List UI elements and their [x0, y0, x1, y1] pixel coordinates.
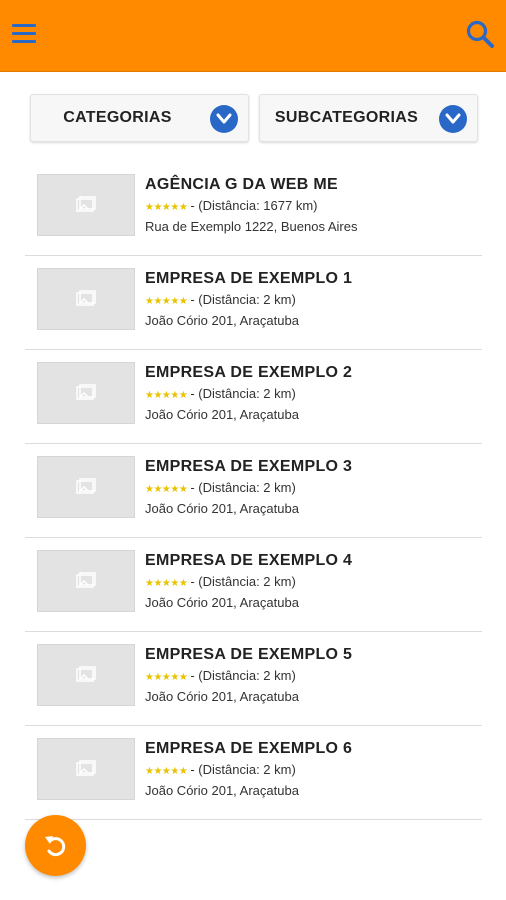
rating-stars: ★★★★★	[145, 484, 188, 495]
list-item[interactable]: EMPRESA DE EXEMPLO 2 ★★★★★ - (Distância: 2…	[25, 350, 482, 444]
distance-text: - (Distância: 2 km)	[190, 574, 296, 589]
business-name: EMPRESA DE EXEMPLO 4	[145, 552, 353, 569]
list-item[interactable]: EMPRESA DE EXEMPLO 4 ★★★★★ - (Distância: 2…	[25, 538, 482, 632]
business-name: EMPRESA DE EXEMPLO 1	[145, 270, 353, 287]
categories-label: CATEGORIAS	[63, 109, 172, 126]
undo-button[interactable]	[25, 815, 86, 876]
app-bar	[0, 0, 506, 72]
business-address: João Cório 201, Araçatuba	[145, 783, 299, 798]
list-item[interactable]: EMPRESA DE EXEMPLO 1 ★★★★★ - (Distância: 2…	[25, 256, 482, 350]
rating-distance: ★★★★★ - (Distância: 1677 km)	[145, 198, 317, 213]
list-item[interactable]: EMPRESA DE EXEMPLO 5 ★★★★★ - (Distância: 2…	[25, 632, 482, 726]
rating-distance: ★★★★★ - (Distância: 2 km)	[145, 574, 296, 589]
filter-bar: CATEGORIAS SUBCATEGORIAS	[30, 94, 478, 142]
image-placeholder-icon	[76, 760, 96, 776]
thumbnail-placeholder	[37, 268, 135, 330]
business-list: AGÊNCIA G DA WEB ME ★★★★★ - (Distância: 16…	[25, 162, 482, 820]
thumbnail-placeholder	[37, 362, 135, 424]
subcategories-label: SUBCATEGORIAS	[274, 109, 419, 126]
rating-distance: ★★★★★ - (Distância: 2 km)	[145, 668, 296, 683]
rating-stars: ★★★★★	[145, 296, 188, 307]
business-address: João Cório 201, Araçatuba	[145, 407, 299, 422]
business-name: EMPRESA DE EXEMPLO 6	[145, 740, 353, 757]
undo-icon	[45, 836, 66, 857]
chevron-down-icon	[439, 105, 467, 133]
thumbnail-placeholder	[37, 550, 135, 612]
business-address: João Cório 201, Araçatuba	[145, 313, 299, 328]
business-address: João Cório 201, Araçatuba	[145, 501, 299, 516]
image-placeholder-icon	[76, 290, 96, 306]
rating-distance: ★★★★★ - (Distância: 2 km)	[145, 480, 296, 495]
list-item[interactable]: AGÊNCIA G DA WEB ME ★★★★★ - (Distância: 16…	[25, 162, 482, 256]
thumbnail-placeholder	[37, 738, 135, 800]
subcategories-dropdown[interactable]: SUBCATEGORIAS	[259, 94, 478, 142]
business-address: João Cório 201, Araçatuba	[145, 595, 299, 610]
categories-dropdown[interactable]: CATEGORIAS	[30, 94, 249, 142]
rating-distance: ★★★★★ - (Distância: 2 km)	[145, 762, 296, 777]
rating-distance: ★★★★★ - (Distância: 2 km)	[145, 386, 296, 401]
rating-stars: ★★★★★	[145, 672, 188, 683]
list-item[interactable]: EMPRESA DE EXEMPLO 6 ★★★★★ - (Distância: 2…	[25, 726, 482, 820]
business-address: João Cório 201, Araçatuba	[145, 689, 299, 704]
business-name: EMPRESA DE EXEMPLO 5	[145, 646, 353, 663]
thumbnail-placeholder	[37, 644, 135, 706]
rating-stars: ★★★★★	[145, 202, 188, 213]
chevron-down-icon	[210, 105, 238, 133]
distance-text: - (Distância: 2 km)	[190, 762, 296, 777]
rating-stars: ★★★★★	[145, 766, 188, 777]
hamburger-menu-icon[interactable]	[10, 20, 40, 50]
distance-text: - (Distância: 1677 km)	[190, 198, 318, 213]
rating-distance: ★★★★★ - (Distância: 2 km)	[145, 292, 296, 307]
search-icon[interactable]	[464, 18, 496, 50]
image-placeholder-icon	[76, 196, 96, 212]
image-placeholder-icon	[76, 666, 96, 682]
distance-text: - (Distância: 2 km)	[190, 480, 296, 495]
distance-text: - (Distância: 2 km)	[190, 292, 296, 307]
image-placeholder-icon	[76, 572, 96, 588]
image-placeholder-icon	[76, 384, 96, 400]
rating-stars: ★★★★★	[145, 578, 188, 589]
rating-stars: ★★★★★	[145, 390, 188, 401]
business-address: Rua de Exemplo 1222, Buenos Aires	[145, 219, 358, 234]
distance-text: - (Distância: 2 km)	[190, 386, 296, 401]
thumbnail-placeholder	[37, 456, 135, 518]
image-placeholder-icon	[76, 478, 96, 494]
list-item[interactable]: EMPRESA DE EXEMPLO 3 ★★★★★ - (Distância: 2…	[25, 444, 482, 538]
business-name: EMPRESA DE EXEMPLO 3	[145, 458, 353, 475]
business-name: AGÊNCIA G DA WEB ME	[145, 176, 338, 193]
distance-text: - (Distância: 2 km)	[190, 668, 296, 683]
thumbnail-placeholder	[37, 174, 135, 236]
business-name: EMPRESA DE EXEMPLO 2	[145, 364, 353, 381]
